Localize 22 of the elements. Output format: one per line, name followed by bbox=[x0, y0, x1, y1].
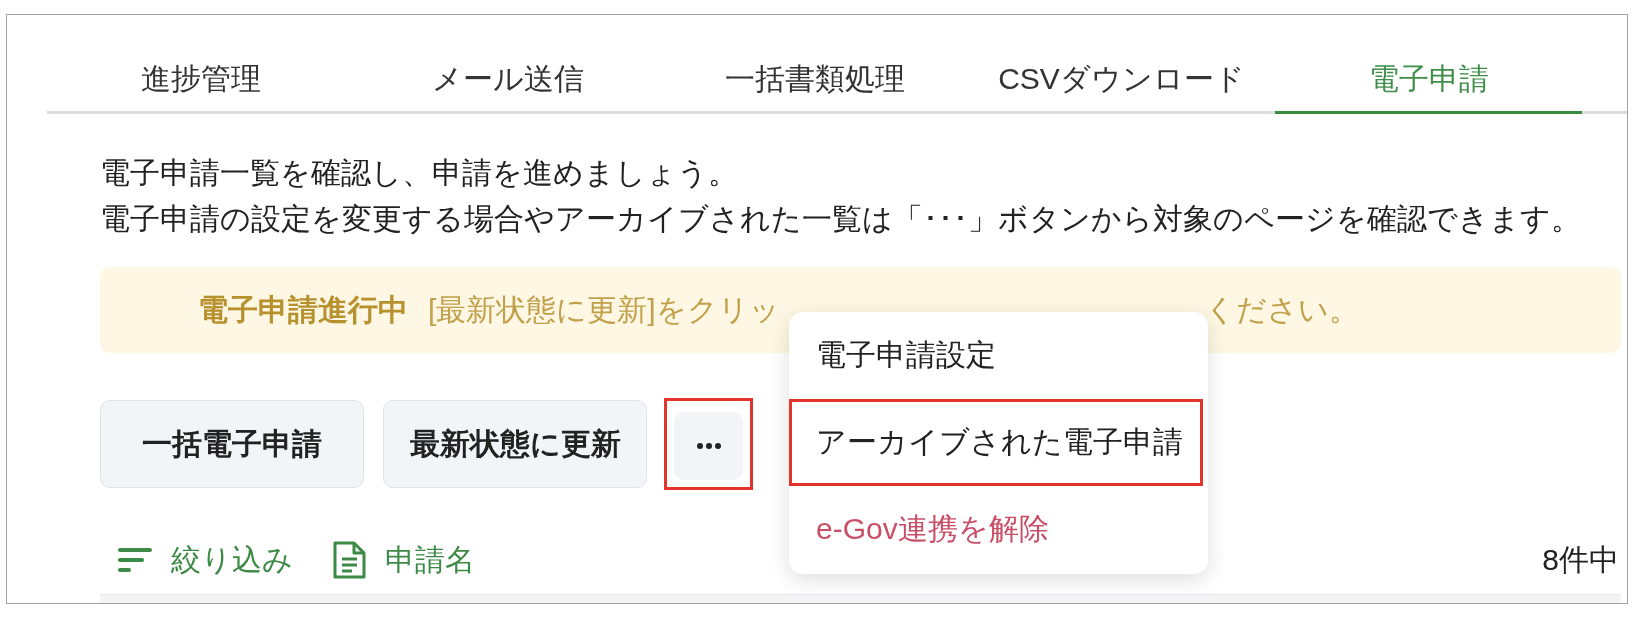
notice-text: ください。 bbox=[1204, 291, 1359, 328]
description-text: 電子申請一覧を確認し、申請を進めましょう。 bbox=[100, 155, 739, 191]
menu-item[interactable]: アーカイブされた電子申請 bbox=[789, 399, 1203, 486]
tab[interactable]: 一括書類処理 bbox=[661, 48, 968, 114]
description-text: 電子申請の設定を変更する場合やアーカイブされた一覧は「･･･」ボタンから対象のページを確認できます。 bbox=[100, 201, 1582, 237]
document-icon bbox=[333, 541, 366, 579]
action-button[interactable]: 一括電子申請 bbox=[100, 400, 364, 488]
notice-text: [最新状態に更新]をクリッ bbox=[428, 291, 780, 328]
column-button[interactable]: 申請名 bbox=[333, 539, 475, 581]
tab[interactable]: 進捗管理 bbox=[47, 48, 354, 114]
menu-item[interactable]: 電子申請設定 bbox=[789, 312, 1203, 399]
result-count: 8件中 bbox=[1542, 541, 1619, 578]
ellipsis-icon bbox=[696, 443, 721, 449]
filter-button[interactable]: 絞り込み bbox=[118, 539, 293, 581]
action-button[interactable]: 最新状態に更新 bbox=[383, 400, 647, 488]
notice-title: 電子申請進行中 bbox=[198, 291, 408, 328]
filter-icon bbox=[118, 548, 152, 572]
more-button[interactable] bbox=[674, 412, 743, 480]
menu-item[interactable]: e-Gov連携を解除 bbox=[789, 486, 1203, 573]
tab[interactable]: CSVダウンロード bbox=[968, 48, 1275, 114]
tab[interactable]: メール送信 bbox=[354, 48, 661, 114]
tab[interactable]: 電子申請 bbox=[1275, 48, 1582, 114]
